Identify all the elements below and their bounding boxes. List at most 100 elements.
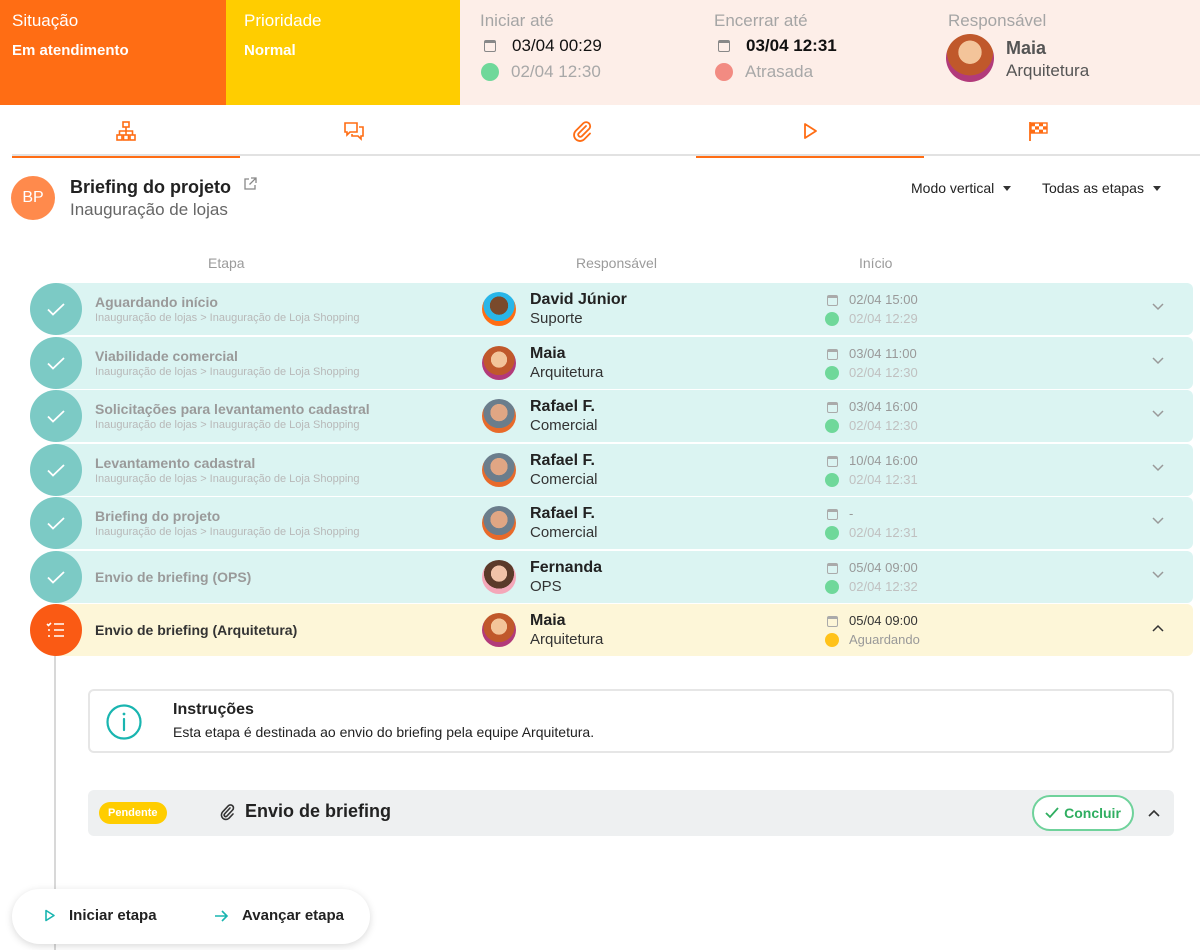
tab-chat[interactable] bbox=[240, 106, 468, 156]
assignee-dept: OPS bbox=[530, 577, 562, 595]
tab-bar bbox=[12, 106, 1200, 158]
tab-attachments[interactable] bbox=[468, 106, 696, 156]
actual-start: 02/04 12:30 bbox=[849, 418, 918, 433]
calendar-icon bbox=[827, 295, 838, 306]
start-stage-button[interactable]: Iniciar etapa bbox=[44, 907, 157, 924]
status-dot-icon bbox=[825, 472, 839, 487]
stage-row[interactable]: Envio de briefing (OPS) Fernanda OPS 05/04 … bbox=[54, 550, 1193, 603]
stage-row[interactable]: Aguardando início Inauguração de lojas > … bbox=[54, 283, 1193, 335]
calendar-icon bbox=[827, 509, 838, 520]
status-badge: Pendente bbox=[99, 802, 167, 824]
status-dot-icon bbox=[825, 579, 839, 594]
stage-filter-dropdown[interactable]: Todas as etapas bbox=[1042, 180, 1161, 196]
tab-finish[interactable] bbox=[924, 106, 1152, 156]
assignee-dept: Comercial bbox=[530, 417, 598, 434]
situacao-value: Em atendimento bbox=[12, 42, 129, 59]
external-link-icon[interactable] bbox=[243, 177, 257, 191]
calendar-icon bbox=[827, 348, 838, 360]
stage-done-indicator bbox=[30, 550, 82, 603]
view-mode-dropdown[interactable]: Modo vertical bbox=[911, 180, 1012, 196]
task-item[interactable]: Pendente Envio de briefing Concluir bbox=[88, 790, 1174, 836]
stage-done-indicator bbox=[30, 497, 82, 549]
stage-row[interactable]: Viabilidade comercial Inauguração de loja… bbox=[54, 336, 1193, 389]
instructions-card: Instruções Esta etapa é destinada ao env… bbox=[88, 689, 1174, 753]
project-title: Briefing do projeto bbox=[70, 177, 231, 197]
avatar[interactable] bbox=[482, 452, 516, 487]
chevron-up-icon[interactable] bbox=[1148, 809, 1160, 817]
advance-stage-button[interactable]: Avançar etapa bbox=[214, 907, 344, 924]
calendar-icon bbox=[718, 40, 730, 52]
assignee-dept: Arquitetura bbox=[530, 363, 604, 381]
play-icon bbox=[804, 123, 817, 139]
avatar[interactable] bbox=[482, 506, 516, 540]
arrow-right-icon bbox=[215, 909, 229, 922]
stage-done-indicator bbox=[30, 336, 82, 389]
stage-done-indicator bbox=[30, 390, 82, 442]
calendar-icon bbox=[827, 402, 838, 413]
stage-row[interactable]: Levantamento cadastral Inauguração de loj… bbox=[54, 443, 1193, 496]
planned-start: 05/04 09:00 bbox=[849, 559, 918, 575]
planned-start: 02/04 15:00 bbox=[849, 292, 918, 307]
status-dot-icon bbox=[825, 526, 839, 540]
chevron-down-icon[interactable] bbox=[1152, 463, 1164, 472]
encerrar-label: Encerrar até bbox=[714, 11, 808, 30]
start-stage-label: Iniciar etapa bbox=[69, 907, 157, 924]
check-icon bbox=[47, 570, 65, 584]
stage-row[interactable]: Envio de briefing (Arquitetura) Maia Arqui… bbox=[54, 604, 1193, 656]
chevron-down-icon[interactable] bbox=[1152, 570, 1164, 579]
avatar[interactable] bbox=[482, 613, 516, 647]
stage-row[interactable]: Solicitações para levantamento cadastral… bbox=[54, 390, 1193, 442]
chat-icon bbox=[344, 122, 364, 141]
stage-path: Inauguração de lojas > Inauguração de Lo… bbox=[95, 419, 360, 431]
stage-row[interactable]: Briefing do projeto Inauguração de lojas … bbox=[54, 497, 1193, 549]
actual-start: 02/04 12:31 bbox=[849, 525, 918, 540]
avatar[interactable] bbox=[482, 345, 516, 380]
responsavel-name: Maia bbox=[1006, 38, 1047, 58]
status-dot-icon bbox=[825, 312, 839, 326]
avatar[interactable] bbox=[946, 34, 994, 82]
check-icon bbox=[47, 463, 65, 477]
calendar-icon bbox=[484, 40, 496, 52]
avatar[interactable] bbox=[482, 399, 516, 433]
action-bar: Iniciar etapa Avançar etapa bbox=[12, 889, 370, 944]
checklist-icon bbox=[46, 622, 64, 637]
iniciar-actual: 02/04 12:30 bbox=[511, 62, 601, 81]
concluir-label: Concluir bbox=[1064, 805, 1121, 821]
responsavel-dept: Arquitetura bbox=[1006, 61, 1090, 80]
tab-execution[interactable] bbox=[696, 106, 924, 158]
calendar-icon bbox=[827, 455, 838, 467]
status-dot-icon bbox=[825, 633, 839, 647]
stage-filter-label: Todas as etapas bbox=[1042, 180, 1144, 196]
check-icon bbox=[1045, 807, 1059, 819]
avatar[interactable] bbox=[482, 559, 516, 594]
chevron-down-icon[interactable] bbox=[1152, 303, 1164, 311]
assignee-name: Rafael F. bbox=[530, 451, 595, 469]
stage-current-indicator bbox=[30, 604, 82, 656]
paperclip-icon bbox=[220, 804, 235, 821]
status-dot-icon bbox=[481, 63, 499, 81]
stage-name: Envio de briefing (OPS) bbox=[95, 568, 252, 585]
stage-name: Viabilidade comercial bbox=[95, 347, 238, 364]
chevron-down-icon[interactable] bbox=[1152, 356, 1164, 365]
stage-path: Inauguração de lojas > Inauguração de Lo… bbox=[95, 526, 360, 538]
stage-name: Solicitações para levantamento cadastral bbox=[95, 401, 370, 417]
chevron-down-icon[interactable] bbox=[1152, 517, 1164, 525]
avatar[interactable] bbox=[482, 292, 516, 326]
planned-start: 05/04 09:00 bbox=[849, 613, 918, 628]
check-icon bbox=[47, 410, 65, 423]
view-mode-label: Modo vertical bbox=[911, 180, 995, 196]
calendar-icon bbox=[827, 562, 838, 574]
iniciar-label: Iniciar até bbox=[480, 11, 554, 30]
status-dot-icon bbox=[825, 365, 839, 380]
planned-start: 10/04 16:00 bbox=[849, 452, 918, 468]
concluir-button[interactable]: Concluir bbox=[1032, 795, 1134, 831]
actual-start: Aguardando bbox=[849, 632, 920, 647]
column-header-responsavel: Responsável bbox=[576, 255, 657, 271]
actual-start: 02/04 12:32 bbox=[849, 578, 918, 594]
chevron-up-icon[interactable] bbox=[1152, 624, 1164, 632]
chevron-down-icon[interactable] bbox=[1152, 410, 1164, 418]
tab-hierarchy[interactable] bbox=[12, 106, 240, 158]
dates-cell: Iniciar até 03/04 00:29 02/04 12:30 Ence… bbox=[460, 0, 1200, 105]
stage-path: Inauguração de lojas > Inauguração de Lo… bbox=[95, 365, 360, 378]
hierarchy-icon bbox=[116, 121, 136, 141]
